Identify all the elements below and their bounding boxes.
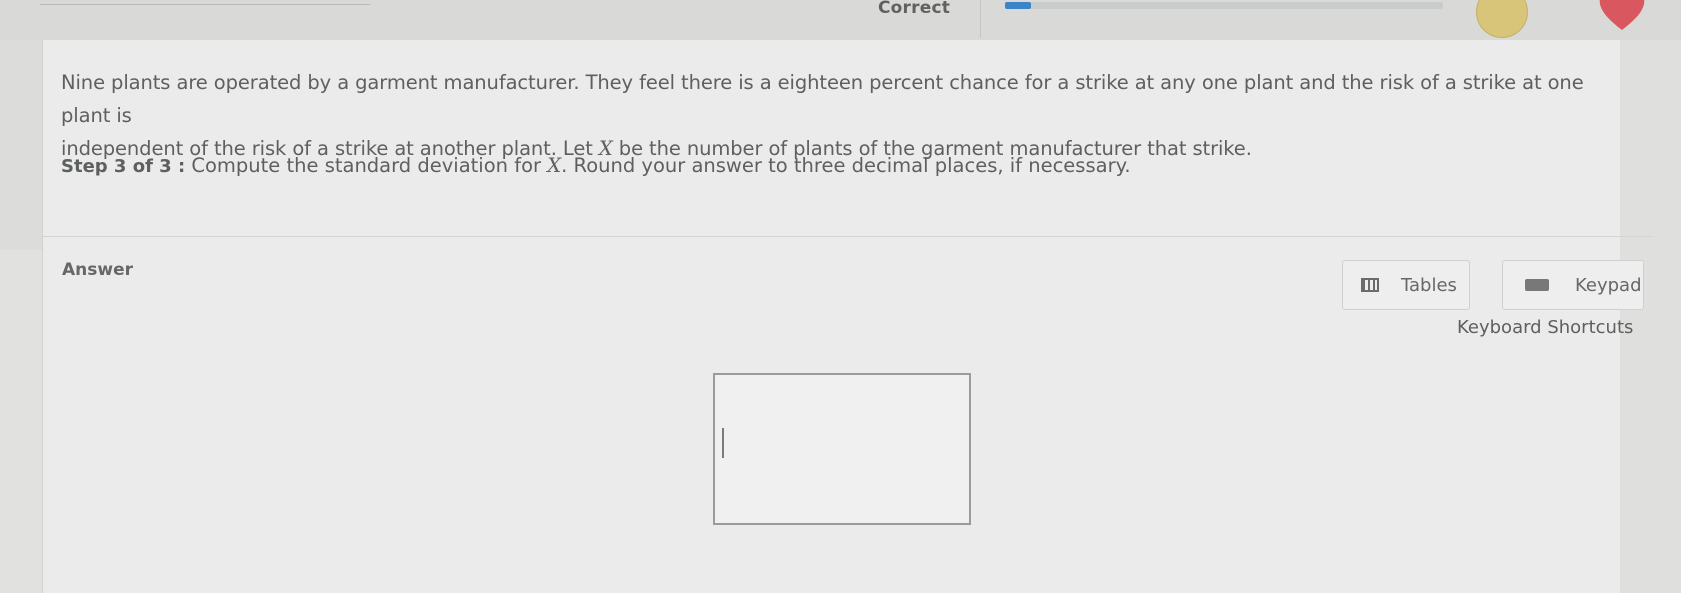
top-bar: Correct xyxy=(0,0,1681,40)
section-divider xyxy=(42,236,1652,237)
table-icon xyxy=(1361,278,1379,292)
top-divider xyxy=(980,0,981,38)
keypad-button[interactable]: Keypad xyxy=(1502,260,1644,310)
question-line-1: Nine plants are operated by a garment ma… xyxy=(61,71,1584,127)
step-label: Step 3 of 3 : xyxy=(61,156,186,177)
answer-label: Answer xyxy=(62,260,133,280)
keyboard-shortcuts-link[interactable]: Keyboard Shortcuts xyxy=(1457,317,1633,338)
coin-icon[interactable] xyxy=(1476,0,1528,38)
page: Correct Nine plants are operated by a ga… xyxy=(0,0,1681,593)
keypad-icon xyxy=(1525,279,1549,291)
keypad-button-label: Keypad xyxy=(1575,274,1642,296)
variable-x: X xyxy=(547,154,562,177)
text-cursor xyxy=(722,428,724,458)
step-instruction: Step 3 of 3 : Compute the standard devia… xyxy=(61,154,1131,177)
tables-button-label: Tables xyxy=(1401,274,1457,296)
heart-icon[interactable] xyxy=(1596,0,1648,36)
top-rule xyxy=(40,4,370,5)
tables-button[interactable]: Tables xyxy=(1342,260,1470,310)
progress-fill xyxy=(1005,2,1032,9)
answer-status: Correct xyxy=(878,0,951,18)
progress-bar xyxy=(1005,2,1443,9)
answer-input[interactable] xyxy=(713,373,971,525)
